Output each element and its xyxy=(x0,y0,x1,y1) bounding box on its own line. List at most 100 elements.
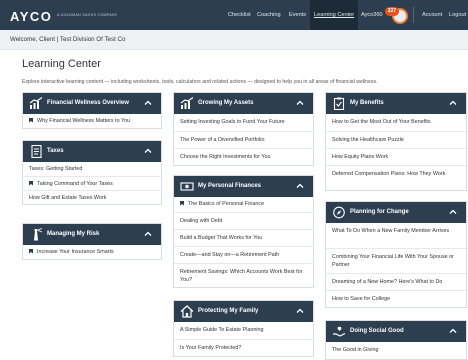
page-title: Learning Center xyxy=(22,58,101,70)
item-label: Taxes: Getting Started xyxy=(29,166,83,172)
item-label: Build a Budget That Works for You xyxy=(180,235,263,241)
list-item[interactable]: Is Your Family Protected? xyxy=(174,339,313,356)
nav-coaching[interactable]: Coaching xyxy=(257,0,281,30)
card-title: Protecting My Family xyxy=(198,308,259,314)
item-label: A Simple Guide To Estate Planning xyxy=(180,327,264,333)
nav-ayco360[interactable]: Ayco360 xyxy=(361,0,383,30)
list-item[interactable]: Why Financial Wellness Matters to You xyxy=(23,114,161,128)
list-item[interactable]: The Good in Giving xyxy=(326,342,466,359)
bookmark-icon xyxy=(29,180,33,186)
bookmark-icon xyxy=(180,200,184,206)
card-header[interactable]: Financial Wellness Overview xyxy=(23,93,161,114)
list-item[interactable]: Choose the Right Investments for You xyxy=(174,148,313,165)
list-item[interactable]: Solving the Healthcare Puzzle xyxy=(326,131,466,148)
card-title: Financial Wellness Overview xyxy=(47,100,129,106)
list-item[interactable]: Retirement Savings: Which Accounts Work … xyxy=(174,263,313,287)
list-item[interactable]: The Basics of Personal Finance xyxy=(174,197,313,212)
chevron-up-icon[interactable] xyxy=(144,99,152,107)
card-header[interactable]: Growing My Assets xyxy=(174,93,313,114)
card-financial-wellness: Financial Wellness Overview Why Financia… xyxy=(22,92,162,129)
document-icon xyxy=(31,145,42,158)
card-header[interactable]: My Benefits xyxy=(326,93,466,114)
list-item[interactable]: Deferred Compensation Plans: How They Wo… xyxy=(326,165,466,190)
item-label: Setting Investing Goals to Fund Your Fut… xyxy=(180,119,285,125)
top-navigation-bar: AYCO A GOLDMAN SACHS COMPANY Checklist C… xyxy=(0,0,468,30)
card-planning-for-change: Planning for Change What To Do When a Ne… xyxy=(325,201,467,308)
list-item[interactable]: A Simple Guide To Estate Planning xyxy=(174,322,313,339)
clipboard-icon xyxy=(333,97,345,110)
card-doing-social-good: Doing Social Good The Good in Giving xyxy=(325,320,467,360)
chevron-up-icon[interactable] xyxy=(296,182,304,190)
bookmark-icon xyxy=(29,117,33,123)
ayco-logo[interactable]: AYCO xyxy=(10,9,52,24)
compass-icon xyxy=(333,206,345,219)
money-icon xyxy=(180,182,194,191)
chevron-up-icon[interactable] xyxy=(449,327,457,335)
giving-hand-icon xyxy=(333,326,346,337)
chart-growth-icon xyxy=(180,97,194,109)
card-title: Doing Social Good xyxy=(350,328,404,334)
list-item[interactable]: How Equity Plans Work xyxy=(326,148,466,165)
list-item[interactable]: Taxes: Getting Started xyxy=(23,162,161,176)
list-item[interactable]: The Power of a Diversified Portfolio xyxy=(174,131,313,148)
chevron-up-icon[interactable] xyxy=(144,230,152,238)
card-taxes: Taxes Taxes: Getting Started Taking Comm… xyxy=(22,140,162,205)
card-title: Managing My Risk xyxy=(47,231,100,237)
card-header[interactable]: Taxes xyxy=(23,141,161,162)
welcome-bar: Welcome, Client | Test Division Of Test … xyxy=(0,30,468,50)
card-title: My Personal Finances xyxy=(198,183,262,189)
chevron-up-icon[interactable] xyxy=(296,307,304,315)
list-item[interactable]: How to Get the Most Out of Your Benefits xyxy=(326,114,466,131)
list-item[interactable]: Build a Budget That Works for You xyxy=(174,229,313,246)
item-label: Taking Command of Your Taxes xyxy=(37,181,113,187)
list-item[interactable]: Create—and Stay on—a Retirement Path xyxy=(174,246,313,263)
list-item[interactable]: Dreaming of a New Home? Here's What to D… xyxy=(326,273,466,290)
card-header[interactable]: Protecting My Family xyxy=(174,301,313,322)
chevron-up-icon[interactable] xyxy=(296,99,304,107)
chart-growth-icon xyxy=(29,97,43,109)
item-label: Increase Your Insurance Smarts xyxy=(37,249,114,255)
item-label: Combining Your Financial Life With Your … xyxy=(332,254,454,268)
nav-logout[interactable]: Logout xyxy=(449,0,466,30)
card-title: Taxes xyxy=(47,148,64,154)
item-label: Is Your Family Protected? xyxy=(180,345,242,351)
item-label: The Basics of Personal Finance xyxy=(188,201,265,207)
card-title: My Benefits xyxy=(350,100,384,106)
nav-account[interactable]: Account xyxy=(422,0,442,30)
card-my-benefits: My Benefits How to Get the Most Out of Y… xyxy=(325,92,467,191)
item-label: Retirement Savings: Which Accounts Work … xyxy=(180,269,303,283)
chevron-up-icon[interactable] xyxy=(449,208,457,216)
card-title: Planning for Change xyxy=(350,209,409,215)
chevron-up-icon[interactable] xyxy=(144,147,152,155)
logo-tagline: A GOLDMAN SACHS COMPANY xyxy=(57,13,118,17)
card-header[interactable]: Managing My Risk xyxy=(23,224,161,245)
card-header[interactable]: Doing Social Good xyxy=(326,321,466,342)
lighthouse-icon xyxy=(34,228,43,241)
nav-events[interactable]: Events xyxy=(289,0,306,30)
nav-learning-center[interactable]: Learning Center xyxy=(310,0,359,30)
list-item[interactable]: How Gift and Estate Taxes Work xyxy=(23,190,161,204)
notification-indicator[interactable]: 227 xyxy=(385,7,410,25)
list-item[interactable]: Dealing with Debt xyxy=(174,212,313,229)
welcome-text: Welcome, Client | Test Division Of Test … xyxy=(10,36,126,43)
list-item[interactable]: How to Save for College xyxy=(326,290,466,307)
item-label: Dreaming of a New Home? Here's What to D… xyxy=(332,279,443,285)
list-item[interactable]: Setting Investing Goals to Fund Your Fut… xyxy=(174,114,313,131)
item-label: How to Get the Most Out of Your Benefits xyxy=(332,119,431,125)
item-label: Deferred Compensation Plans: How They Wo… xyxy=(332,171,446,177)
chevron-up-icon[interactable] xyxy=(449,99,457,107)
list-item[interactable]: What To Do When a New Family Member Arri… xyxy=(326,223,466,248)
card-managing-risk: Managing My Risk Increase Your Insurance… xyxy=(22,223,162,260)
nav-checklist[interactable]: Checklist xyxy=(228,0,251,30)
card-header[interactable]: My Personal Finances xyxy=(174,176,313,197)
card-header[interactable]: Planning for Change xyxy=(326,202,466,223)
list-item[interactable]: Increase Your Insurance Smarts xyxy=(23,245,161,259)
list-item[interactable]: Combining Your Financial Life With Your … xyxy=(326,248,466,273)
page-intro: Explore interactive learning content — i… xyxy=(22,79,378,85)
nav-divider xyxy=(413,7,414,23)
notification-badge: 227 xyxy=(385,7,399,16)
item-label: How Gift and Estate Taxes Work xyxy=(29,195,107,201)
list-item[interactable]: Taking Command of Your Taxes xyxy=(23,176,161,190)
card-growing-assets: Growing My Assets Setting Investing Goal… xyxy=(173,92,314,166)
item-label: Dealing with Debt xyxy=(180,218,223,224)
